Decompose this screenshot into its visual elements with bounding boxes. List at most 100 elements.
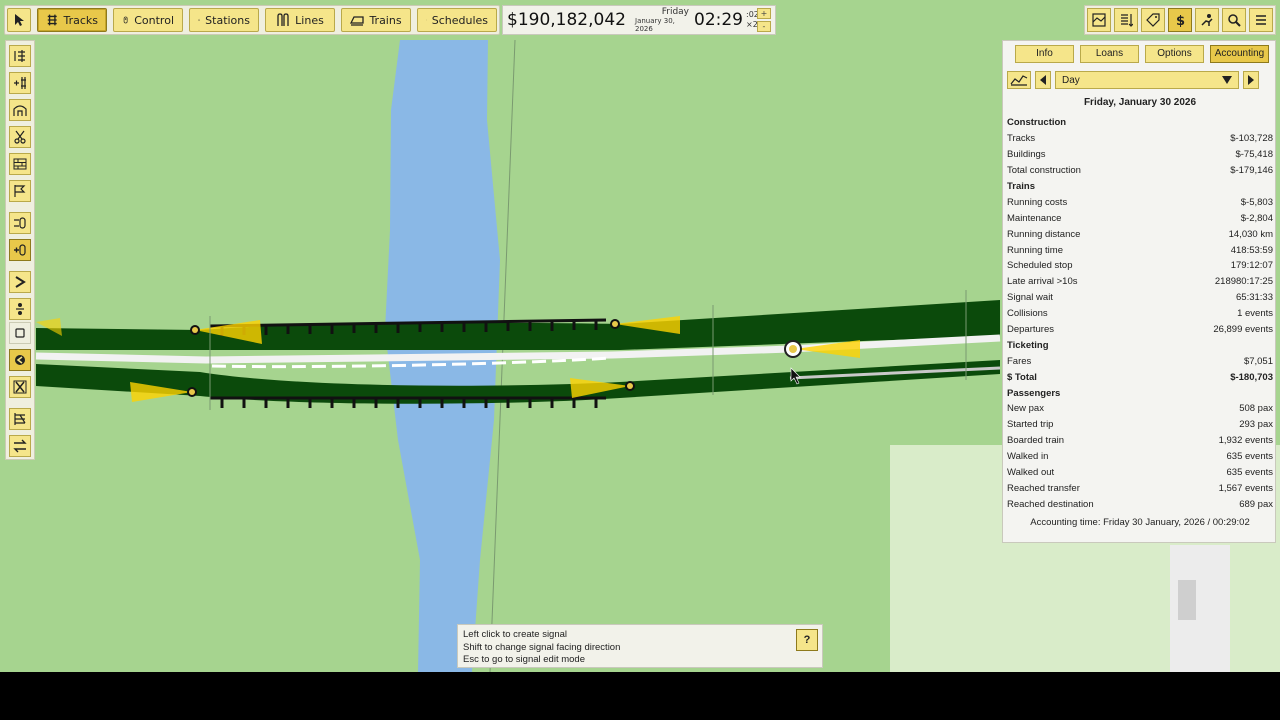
switch-tool-button[interactable]	[9, 408, 31, 430]
path-tool-button[interactable]	[9, 298, 31, 320]
tab-stations[interactable]: Stations	[189, 8, 259, 32]
triangle-left-icon	[1040, 75, 1046, 85]
search-button[interactable]	[1222, 8, 1246, 32]
add-track-button[interactable]	[9, 72, 31, 94]
row-value: $-2,804	[1240, 212, 1273, 224]
tab-lines-label: Lines	[295, 13, 324, 27]
row-label: Reached destination	[1007, 498, 1094, 510]
row-value: $-179,146	[1230, 165, 1273, 177]
tab-accounting[interactable]: Accounting	[1210, 45, 1269, 63]
accounting-row: Collisions 1 events	[1007, 306, 1273, 322]
period-dropdown[interactable]: Day	[1055, 71, 1239, 89]
swap-tool-button[interactable]	[9, 435, 31, 457]
direction-tool-button[interactable]	[9, 271, 31, 293]
wall-tool-button[interactable]	[9, 153, 31, 175]
chart-view-button[interactable]	[1007, 71, 1031, 89]
flag-tool-button[interactable]	[9, 180, 31, 202]
row-value: 65:31:33	[1236, 292, 1273, 304]
date-full: January 30, 2026	[635, 17, 675, 33]
signal-tool-button[interactable]	[9, 212, 31, 234]
menu-button[interactable]	[1249, 8, 1273, 32]
row-label: Ticketing	[1007, 339, 1049, 351]
row-value: 218980:17:25	[1214, 276, 1273, 288]
accounting-row: Total construction $-179,146	[1007, 163, 1273, 179]
signal-cursor-preview[interactable]	[784, 340, 802, 358]
hamburger-icon	[1256, 15, 1266, 25]
date-day: Friday	[661, 7, 689, 17]
row-value: $-103,728	[1230, 133, 1273, 145]
building-shadow	[1178, 580, 1196, 620]
search-icon	[1228, 14, 1241, 27]
help-button[interactable]: ?	[796, 629, 818, 651]
speed-controls: + -	[757, 8, 771, 32]
add-signal-icon	[14, 244, 26, 256]
tab-info[interactable]: Info	[1015, 45, 1074, 63]
select-tool-button[interactable]	[7, 8, 31, 32]
row-label: New pax	[1007, 403, 1044, 415]
accounting-row: Started trip 293 pax	[1007, 417, 1273, 433]
money-balance: $190,182,042	[507, 10, 626, 30]
timetable-button[interactable]	[1114, 8, 1138, 32]
period-controls: Day	[1007, 70, 1273, 90]
row-value: 689 pax	[1239, 498, 1273, 510]
tab-schedules[interactable]: Schedules	[417, 8, 497, 32]
hint-line: Left click to create signal	[463, 629, 568, 640]
row-label: Construction	[1007, 117, 1067, 129]
accounting-rows: Construction Tracks $-103,728 Buildings $-75…	[1007, 115, 1273, 512]
tag-button[interactable]	[1141, 8, 1165, 32]
passenger-icon	[1201, 14, 1213, 26]
accounting-button[interactable]: $	[1168, 8, 1192, 32]
accounting-row: Departures 26,899 events	[1007, 322, 1273, 338]
accounting-row: Running distance 14,030 km	[1007, 226, 1273, 242]
row-label: Running distance	[1007, 228, 1081, 240]
signal-marker[interactable]	[610, 319, 620, 329]
tab-control[interactable]: Control	[113, 8, 183, 32]
accounting-row: Walked out 635 events	[1007, 465, 1273, 481]
add-signal-button[interactable]	[9, 239, 31, 261]
hint-line: Shift to change signal facing direction	[463, 642, 621, 653]
signal-place-button[interactable]	[9, 349, 31, 371]
accounting-row: Late arrival >10s 218980:17:25	[1007, 274, 1273, 290]
game-clock: 02:29	[694, 10, 743, 30]
hint-line: Esc to go to signal edit mode	[463, 654, 585, 665]
svg-text:$: $	[1176, 14, 1185, 27]
accounting-row: Buildings $-75,418	[1007, 147, 1273, 163]
signal-marker[interactable]	[187, 387, 197, 397]
tunnel-tool-button[interactable]	[9, 99, 31, 121]
row-label: Scheduled stop	[1007, 260, 1073, 272]
tab-lines[interactable]: Lines	[265, 8, 335, 32]
row-label: Boarded train	[1007, 435, 1065, 447]
station-icon	[198, 18, 201, 21]
train-icon	[350, 16, 365, 26]
accounting-row: Signal wait 65:31:33	[1007, 290, 1273, 306]
tab-loans[interactable]: Loans	[1080, 45, 1139, 63]
row-label: Collisions	[1007, 308, 1048, 320]
accounting-row: Boarded train 1,932 events	[1007, 433, 1273, 449]
tunnel-icon	[13, 105, 27, 116]
row-value: 14,030 km	[1228, 228, 1273, 240]
track-tool-button[interactable]	[9, 45, 31, 67]
map-view-button[interactable]	[1087, 8, 1111, 32]
tab-trains-label: Trains	[369, 13, 402, 27]
scissors-icon	[14, 130, 26, 144]
accounting-date-heading: Friday, January 30 2026	[1083, 97, 1197, 108]
next-period-button[interactable]	[1243, 71, 1259, 89]
right-toolbar: $	[1084, 5, 1276, 35]
remove-signal-button[interactable]	[9, 376, 31, 398]
row-label: Fares	[1007, 355, 1032, 367]
tab-tracks[interactable]: Tracks	[37, 8, 107, 32]
passengers-button[interactable]	[1195, 8, 1219, 32]
previous-period-button[interactable]	[1035, 71, 1051, 89]
speed-up-button[interactable]: +	[757, 8, 771, 19]
signal-marker[interactable]	[190, 325, 200, 335]
signal-track-icon	[14, 217, 26, 229]
row-label: Tracks	[1007, 133, 1036, 145]
cut-tool-button[interactable]	[9, 126, 31, 148]
stop-tool-button[interactable]	[9, 322, 31, 344]
tab-trains[interactable]: Trains	[341, 8, 411, 32]
signal-marker[interactable]	[625, 381, 635, 391]
speed-down-button[interactable]: -	[757, 21, 771, 32]
tab-options[interactable]: Options	[1145, 45, 1204, 63]
accounting-row: Scheduled stop 179:12:07	[1007, 258, 1273, 274]
row-value: 26,899 events	[1213, 324, 1273, 336]
